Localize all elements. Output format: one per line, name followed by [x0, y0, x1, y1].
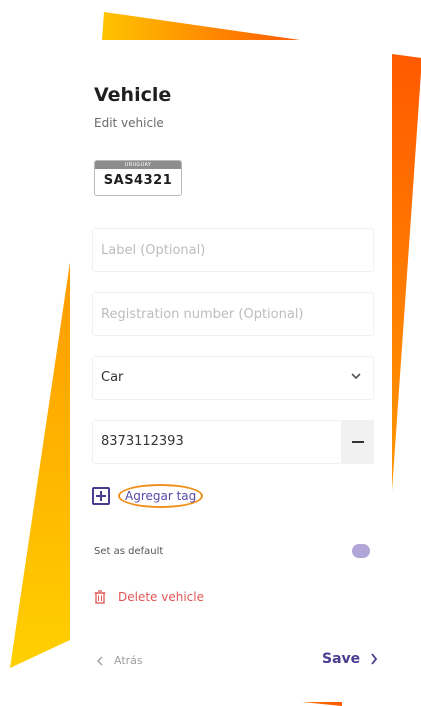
tag-value: 8373112393 [101, 434, 184, 449]
plate-country: URUGUAY [95, 161, 181, 169]
decor-right-stripe [390, 54, 421, 520]
vehicle-type-select[interactable]: Car [92, 356, 374, 400]
page-subtitle: Edit vehicle [94, 116, 164, 130]
registration-input[interactable] [93, 293, 373, 335]
decor-left-stripe [10, 262, 70, 668]
minus-icon [352, 441, 364, 443]
remove-tag-button[interactable] [342, 420, 374, 464]
back-button[interactable]: Atrás [96, 654, 143, 667]
label-field[interactable] [92, 228, 374, 272]
save-label: Save [322, 651, 361, 667]
decor-top-stripe [102, 12, 300, 40]
plate-number: SAS4321 [103, 173, 173, 188]
add-tag-label[interactable]: Agregar tag [118, 484, 204, 508]
chevron-left-icon [97, 656, 103, 665]
plus-square-icon [92, 487, 110, 505]
license-plate: URUGUAY SAS4321 [94, 160, 182, 196]
add-tag-button[interactable]: Agregar tag [92, 484, 204, 508]
vehicle-edit-card: Vehicle Edit vehicle URUGUAY SAS4321 Car… [70, 54, 392, 702]
save-button[interactable]: Save [322, 651, 378, 667]
page-title: Vehicle [94, 84, 172, 106]
delete-vehicle-label: Delete vehicle [118, 590, 204, 604]
trash-icon [94, 590, 106, 604]
chevron-right-icon [371, 653, 378, 665]
registration-field[interactable] [92, 292, 374, 336]
vehicle-type-value: Car [101, 370, 124, 385]
set-default-label: Set as default [94, 546, 164, 557]
delete-vehicle-button[interactable]: Delete vehicle [94, 590, 204, 604]
label-input[interactable] [93, 229, 373, 271]
tag-field[interactable]: 8373112393 [92, 420, 342, 464]
chevron-down-icon [351, 373, 361, 380]
set-default-toggle[interactable] [352, 544, 370, 558]
back-label: Atrás [114, 654, 143, 667]
